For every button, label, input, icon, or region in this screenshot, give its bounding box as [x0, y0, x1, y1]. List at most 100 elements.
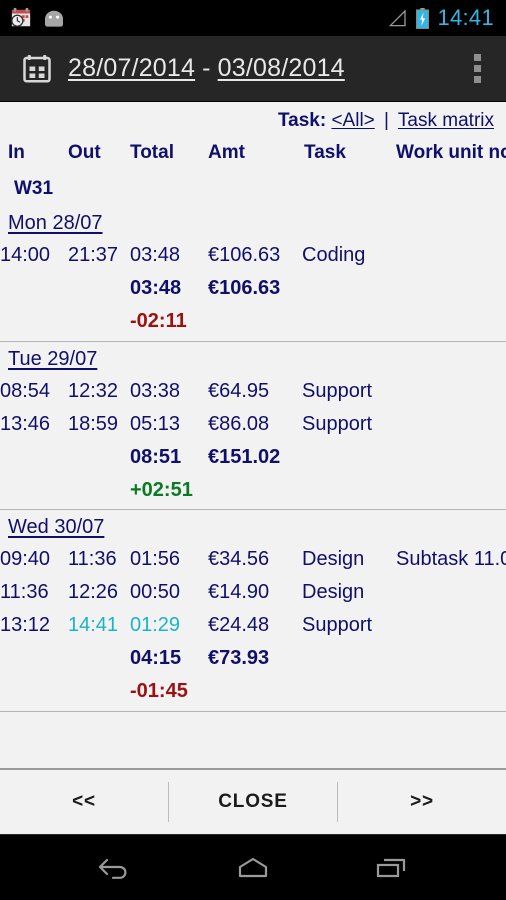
entry-task: Support	[302, 379, 373, 402]
day-link[interactable]: Tue 29/07	[8, 348, 97, 370]
task-filter-bar: Task: <All> | Task matrix	[0, 102, 506, 134]
entry-in: 13:46	[0, 412, 51, 435]
subtotal-blank	[0, 642, 68, 675]
status-bar-clock: 14:41	[437, 5, 494, 30]
calendar-clock-icon	[10, 7, 32, 29]
android-head-icon	[42, 9, 66, 27]
balance-blank	[208, 474, 294, 509]
entry-task: Design	[302, 581, 365, 603]
calendar-icon[interactable]	[22, 54, 52, 84]
subtotal-blank	[0, 441, 68, 474]
entry-notes	[382, 609, 506, 642]
subtotal-blank	[382, 441, 506, 474]
battery-charging-icon	[416, 7, 430, 29]
timesheet-content: Task: <All> | Task matrix In Out Total A…	[0, 102, 506, 768]
recents-icon[interactable]	[362, 844, 422, 892]
day-cell: Tue 29/07	[0, 341, 506, 375]
day-divider	[0, 710, 506, 712]
table-row[interactable]: 08:54 12:32 03:38 €64.95 Support	[0, 375, 506, 408]
day-subtotal-amt: €73.93	[208, 647, 270, 669]
day-header-row: Mon 28/07	[0, 206, 506, 239]
balance-blank	[0, 675, 68, 710]
days-body: Mon 28/07 14:00 21:37 03:48 €106.63 Coding 03:…	[0, 206, 506, 712]
entry-amt: €86.08	[208, 412, 270, 435]
table-row[interactable]: 09:40 11:36 01:56 €34.56 Design Subtask 11.03…	[0, 543, 506, 576]
divider-line	[0, 710, 506, 712]
entry-total: 03:38	[130, 379, 181, 402]
day-subtotal-amt: €151.02	[208, 445, 281, 468]
android-navigation-bar	[0, 834, 506, 900]
entry-in: 14:00	[0, 244, 51, 266]
day-balance-row: -01:45	[0, 675, 506, 710]
balance-blank	[208, 675, 294, 710]
balance-blank	[294, 474, 382, 509]
entry-amt: €106.63	[208, 244, 281, 266]
subtotal-blank	[68, 272, 130, 305]
subtotal-blank	[0, 272, 68, 305]
table-row[interactable]: 14:00 21:37 03:48 €106.63 Coding	[0, 239, 506, 272]
day-cell: Mon 28/07	[0, 206, 506, 239]
balance-blank	[382, 305, 506, 340]
app-title-bar: 28/07/2014 - 03/08/2014	[0, 36, 506, 102]
day-subtotal-row: 04:15 €73.93	[0, 642, 506, 675]
next-week-button[interactable]: >>	[338, 770, 506, 834]
column-header-task: Task	[304, 142, 346, 163]
entry-task: Coding	[302, 244, 366, 266]
column-header-out: Out	[68, 142, 101, 163]
balance-blank	[208, 305, 294, 340]
entry-in: 08:54	[0, 379, 51, 402]
balance-blank	[0, 474, 68, 509]
prev-week-button[interactable]: <<	[0, 770, 168, 834]
home-icon[interactable]	[223, 844, 283, 892]
entry-in: 11:36	[0, 581, 49, 603]
close-button[interactable]: CLOSE	[169, 770, 337, 834]
entry-notes	[382, 375, 506, 408]
overflow-menu-icon[interactable]	[454, 42, 500, 96]
column-header-in: In	[8, 142, 25, 163]
date-from[interactable]: 28/07/2014	[68, 54, 195, 83]
bottom-button-bar: << CLOSE >>	[0, 768, 506, 834]
day-cell: Wed 30/07	[0, 510, 506, 544]
subtotal-blank	[382, 642, 506, 675]
entry-out: 18:59	[68, 412, 119, 435]
entry-total: 01:56	[130, 548, 181, 570]
overflow-dot-3	[473, 76, 481, 83]
entry-task: Support	[302, 614, 373, 636]
date-range: 28/07/2014 - 03/08/2014	[68, 54, 345, 83]
table-row[interactable]: 13:12 14:41 01:29 €24.48 Support	[0, 609, 506, 642]
week-label: W31	[14, 178, 54, 199]
overflow-dot-1	[473, 54, 481, 61]
entry-total: 01:29	[130, 614, 181, 636]
table-row[interactable]: 11:36 12:26 00:50 €14.90 Design	[0, 576, 506, 609]
day-balance-value: +02:51	[130, 478, 193, 501]
entry-amt: €24.48	[208, 614, 270, 636]
table-row[interactable]: 13:46 18:59 05:13 €86.08 Support	[0, 408, 506, 441]
balance-blank	[68, 675, 130, 710]
balance-blank	[294, 305, 382, 340]
entry-out: 12:32	[68, 379, 119, 402]
entry-total: 03:48	[130, 244, 181, 266]
balance-blank	[68, 305, 130, 340]
task-filter-value[interactable]: <All>	[331, 110, 374, 131]
day-subtotal-total: 08:51	[130, 445, 182, 468]
task-filter-separator: |	[384, 110, 389, 131]
day-balance-row: -02:11	[0, 305, 506, 340]
day-link[interactable]: Mon 28/07	[8, 212, 103, 234]
device-screen: 14:41 28/07/2014 - 03/08/2014 Task: <All…	[0, 0, 506, 900]
day-link[interactable]: Wed 30/07	[8, 516, 104, 538]
entry-out: 14:41	[68, 614, 119, 636]
balance-blank	[294, 675, 382, 710]
entry-amt: €14.90	[208, 581, 270, 603]
entry-notes	[382, 408, 506, 441]
task-filter-label: Task:	[277, 110, 327, 131]
column-header-notes: Work unit notes	[396, 142, 506, 163]
overflow-dot-2	[473, 65, 481, 72]
day-header-row: Wed 30/07	[0, 510, 506, 544]
task-matrix-link[interactable]: Task matrix	[398, 110, 494, 131]
back-icon[interactable]	[84, 844, 144, 892]
date-to[interactable]: 03/08/2014	[218, 54, 345, 83]
entry-in: 09:40	[0, 548, 51, 570]
signal-icon	[388, 9, 408, 27]
date-dash: -	[202, 54, 211, 82]
subtotal-blank	[294, 272, 382, 305]
